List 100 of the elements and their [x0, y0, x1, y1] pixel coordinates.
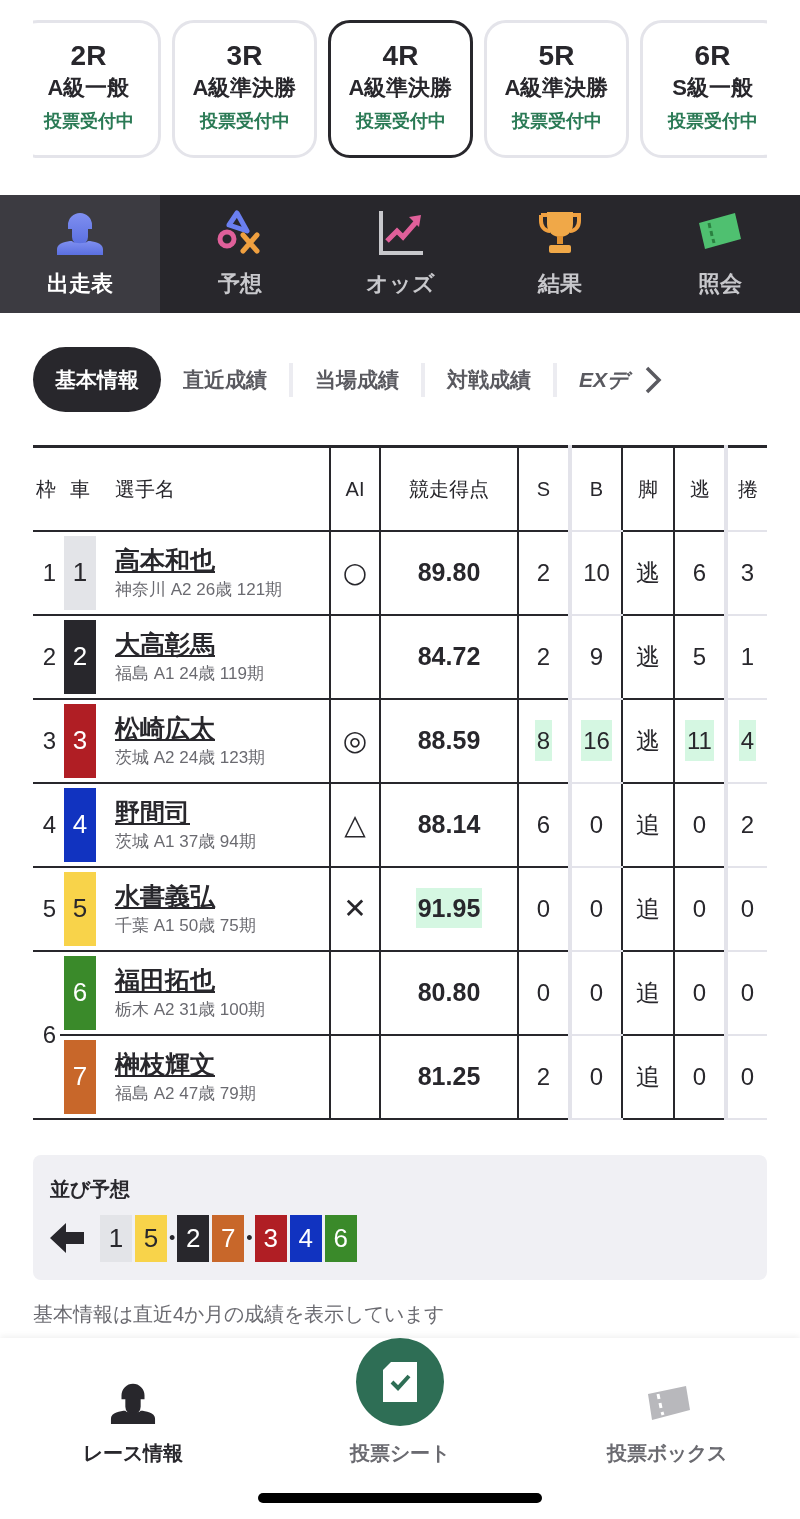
stat-value: 6 [691, 557, 708, 588]
stat-value: 0 [535, 893, 552, 924]
line-separator: • [168, 1226, 177, 1250]
race-card[interactable]: 5R A級準決勝 投票受付中 [484, 20, 629, 158]
stat-value: 0 [739, 1061, 756, 1092]
stat-value: 追 [635, 977, 661, 1008]
race-number: 3R [226, 39, 263, 73]
stat-value: 1 [739, 641, 756, 672]
rider-profile: 茨城 A1 37歳 94期 [115, 830, 256, 853]
car-number: 3 [254, 1214, 287, 1262]
bottom-nav-item[interactable]: レース情報 [0, 1337, 267, 1484]
car-number: 7 [212, 1214, 245, 1262]
nav-tab[interactable]: 出走表 [0, 195, 160, 313]
stat-value: 16 [581, 719, 612, 761]
nav-tab[interactable]: オッズ [320, 195, 480, 313]
rider-name[interactable]: 榊枝輝文 [115, 1046, 215, 1081]
car-number: 4 [64, 787, 96, 862]
race-card[interactable]: 6R S級一般 投票受付中 [640, 20, 767, 158]
race-grade: S級一般 [672, 74, 753, 102]
car-number: 5 [64, 871, 96, 946]
rider-name[interactable]: 大高彰馬 [115, 626, 215, 661]
rider-profile: 栃木 A2 31歳 100期 [115, 998, 266, 1021]
rider-profile: 福島 A2 47歳 79期 [115, 1082, 256, 1105]
stat-value: 2 [535, 641, 552, 672]
arrow-left-icon [50, 1223, 84, 1253]
stat-value: 逃 [635, 557, 661, 588]
stat-value: 11 [685, 719, 714, 761]
sub-tab[interactable]: 対戦成績 [425, 347, 553, 412]
checked-sheet-icon [383, 1361, 417, 1402]
stat-value: 4 [738, 719, 757, 761]
score: 89.80 [416, 556, 482, 588]
car-number: 3 [64, 703, 96, 778]
line-separator: • [245, 1226, 254, 1250]
race-status: 投票受付中 [667, 110, 758, 133]
score: 88.14 [416, 808, 482, 840]
column-header: B [570, 446, 622, 531]
column-header: 選手名 [100, 446, 330, 531]
frame-number: 4 [33, 782, 60, 867]
race-card[interactable]: 2R A級一般 投票受付中 [33, 20, 161, 158]
column-header: 枠 [33, 446, 60, 531]
stat-value: 6 [535, 809, 552, 840]
chevron-right-icon[interactable] [644, 364, 662, 395]
car-number: 6 [324, 1214, 357, 1262]
ai-mark: △ [344, 807, 366, 841]
race-number: 4R [382, 39, 419, 73]
score: 91.95 [415, 887, 483, 928]
ai-mark: ✕ [343, 891, 367, 925]
stat-value: 0 [588, 1061, 605, 1092]
stat-value: 0 [588, 977, 605, 1008]
sub-tab[interactable]: 直近成績 [161, 347, 289, 412]
rider-name[interactable]: 松崎広太 [115, 710, 215, 745]
rider-name[interactable]: 野間司 [115, 794, 190, 829]
race-card[interactable]: 3R A級準決勝 投票受付中 [172, 20, 317, 158]
stat-value: 3 [739, 557, 756, 588]
stat-value: 0 [739, 893, 756, 924]
nav-tab[interactable]: 照会 [640, 195, 800, 313]
race-grade: A級準決勝 [348, 74, 453, 102]
race-status: 投票受付中 [199, 110, 290, 133]
stat-value: 逃 [635, 725, 661, 756]
bottom-nav-item[interactable]: 投票シート [266, 1337, 534, 1484]
score: 81.25 [416, 1060, 482, 1092]
car-number: 1 [100, 1214, 132, 1262]
stat-value: 8 [534, 719, 553, 761]
rider-name[interactable]: 水書義弘 [115, 878, 215, 913]
stat-value: 0 [588, 809, 605, 840]
footnote: 基本情報は直近4か月の成績を表示しています [33, 1301, 446, 1327]
race-number: 2R [70, 39, 107, 73]
rider-name[interactable]: 福田拓也 [115, 962, 215, 997]
sub-tab[interactable]: EXデ [557, 347, 650, 412]
sub-tab[interactable]: 基本情報 [33, 347, 161, 412]
frame-number: 2 [33, 614, 60, 699]
stat-value: 0 [691, 977, 708, 1008]
frame-number: 3 [33, 698, 60, 783]
car-number: 7 [64, 1039, 96, 1114]
rider-profile: 千葉 A1 50歳 75期 [115, 914, 256, 937]
stat-value: 0 [691, 809, 708, 840]
frame-number: 1 [33, 530, 60, 615]
stat-value: 追 [635, 809, 661, 840]
bottom-nav-item[interactable]: 投票ボックス [533, 1337, 800, 1484]
score: 80.80 [416, 976, 482, 1008]
sub-tab[interactable]: 当場成績 [293, 347, 421, 412]
frame-number: 6 [33, 950, 60, 1119]
rider-profile: 神奈川 A2 26歳 121期 [115, 578, 283, 601]
column-header: 競走得点 [380, 446, 518, 531]
stat-value: 5 [691, 641, 708, 672]
nav-tab[interactable]: 結果 [480, 195, 640, 313]
column-header: 捲 [726, 446, 767, 531]
stat-value: 2 [739, 809, 756, 840]
column-header: 車 [60, 446, 100, 531]
race-card[interactable]: 4R A級準決勝 投票受付中 [328, 20, 473, 158]
stat-value: 2 [535, 1061, 552, 1092]
car-number: 4 [289, 1214, 322, 1262]
ai-mark: ○ [342, 555, 368, 589]
frame-number: 5 [33, 866, 60, 951]
stat-value: 追 [635, 1061, 661, 1092]
score: 84.72 [416, 640, 482, 672]
rider-name[interactable]: 高本和也 [115, 542, 215, 577]
nav-tab[interactable]: 予想 [160, 195, 320, 313]
race-grade: A級準決勝 [504, 74, 609, 102]
column-header: S [518, 446, 570, 531]
